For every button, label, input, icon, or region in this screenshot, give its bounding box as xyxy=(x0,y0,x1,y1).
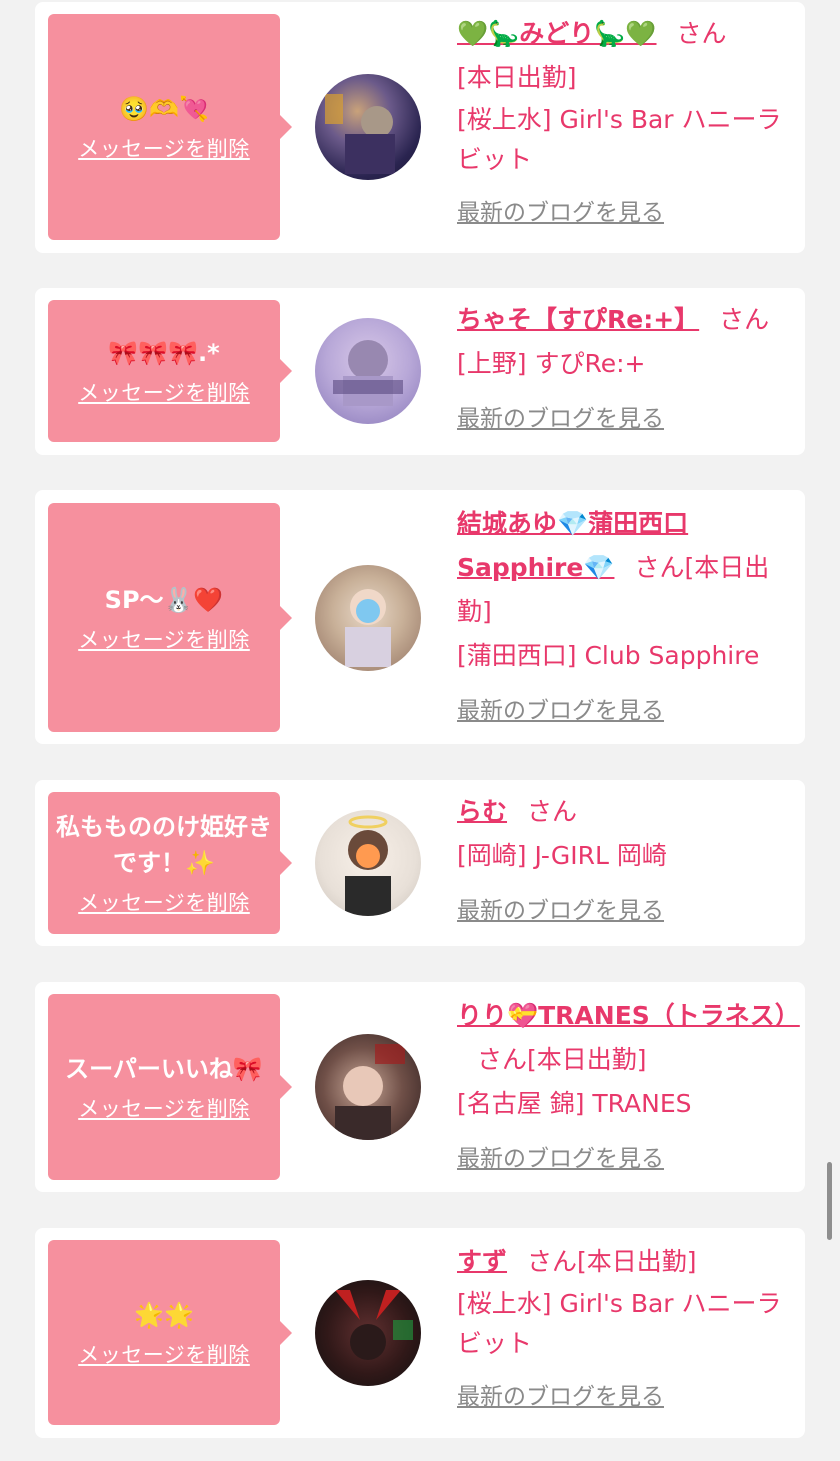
cast-info: 結城あゆ💎蒲田西口Sapphire💎 さん[本日出勤] [蒲田西口] Club S… xyxy=(457,502,795,733)
message-text: スーパーいいね🎀 xyxy=(65,1055,263,1083)
avatar-photo xyxy=(345,815,391,916)
cast-info: ちゃそ【すぴRe:+】 さん [上野] すぴRe:+ 最新のブログを見る xyxy=(457,298,795,441)
latest-blog-link[interactable]: 最新のブログを見る xyxy=(457,1137,664,1181)
shop-name: [上野] すぴRe:+ xyxy=(457,349,646,378)
cast-info: 💚🦕みどり🦕💚 さん [本日出勤] [桜上水] Girl's Bar ハニーラビッ… xyxy=(457,12,795,235)
avatar[interactable] xyxy=(315,74,421,180)
latest-blog-link[interactable]: 最新のブログを見る xyxy=(457,889,664,933)
shop-name: [蒲田西口] Club Sapphire xyxy=(457,641,760,670)
message-bubble: SP〜🐰❤️ メッセージを削除 xyxy=(48,503,292,732)
delete-message-link[interactable]: メッセージを削除 xyxy=(78,1339,250,1369)
message-card: 🥹🫶💘 メッセージを削除 💚🦕みどり🦕💚 さん [本日出勤] [桜上水] Girl… xyxy=(35,2,805,253)
honorific: さん xyxy=(527,797,578,826)
delete-message-link[interactable]: メッセージを削除 xyxy=(78,377,250,407)
message-text: 🌟🌟 xyxy=(134,1300,194,1329)
cast-name-link[interactable]: すず xyxy=(457,1247,507,1276)
shop-name: [岡崎] J-GIRL 岡崎 xyxy=(457,841,667,870)
cast-name-link[interactable]: ちゃそ【すぴRe:+】 xyxy=(457,305,699,334)
work-status: [本日出勤] xyxy=(457,63,577,92)
latest-blog-link[interactable]: 最新のブログを見る xyxy=(457,1375,664,1419)
cast-info: すず さん[本日出勤] [桜上水] Girl's Bar ハニーラビット 最新のブ… xyxy=(457,1240,795,1419)
message-bubble: 🥹🫶💘 メッセージを削除 xyxy=(48,14,292,240)
avatar[interactable] xyxy=(315,1280,421,1386)
shop-name: [桜上水] Girl's Bar ハニーラビット xyxy=(457,105,782,174)
avatar-photo xyxy=(335,1290,413,1360)
avatar-photo xyxy=(325,94,395,174)
latest-blog-link[interactable]: 最新のブログを見る xyxy=(457,191,664,235)
message-card: スーパーいいね🎀 メッセージを削除 りり💝TRANES（トラネス） さん[本日出勤… xyxy=(35,982,805,1192)
work-status: [本日出勤] xyxy=(577,1247,697,1276)
message-text: 私ももののけ姫好きです！✨ xyxy=(56,813,272,877)
message-card: SP〜🐰❤️ メッセージを削除 結城あゆ💎蒲田西口Sapphire💎 さん[本日出… xyxy=(35,490,805,744)
avatar[interactable] xyxy=(315,318,421,424)
work-status: [本日出勤] xyxy=(527,1045,647,1074)
message-card: 🎀🎀🎀.* メッセージを削除 ちゃそ【すぴRe:+】 さん [上野] すぴRe:+… xyxy=(35,288,805,455)
shop-name: [桜上水] Girl's Bar ハニーラビット xyxy=(457,1289,782,1358)
message-card: 私ももののけ姫好きです！✨ メッセージを削除 らむ さん [岡崎] J-GIRL … xyxy=(35,780,805,946)
avatar[interactable] xyxy=(315,1034,421,1140)
message-text: 🎀🎀🎀.* xyxy=(108,339,220,367)
avatar-photo xyxy=(333,340,403,406)
avatar[interactable] xyxy=(315,565,421,671)
scrollbar[interactable] xyxy=(827,1162,832,1240)
avatar[interactable] xyxy=(315,810,421,916)
message-bubble: 私ももののけ姫好きです！✨ メッセージを削除 xyxy=(48,792,292,934)
avatar-photo xyxy=(345,589,391,667)
avatar-photo xyxy=(335,1044,405,1140)
shop-name: [名古屋 錦] TRANES xyxy=(457,1089,692,1118)
latest-blog-link[interactable]: 最新のブログを見る xyxy=(457,689,664,733)
delete-message-link[interactable]: メッセージを削除 xyxy=(78,624,250,654)
message-bubble: 🎀🎀🎀.* メッセージを削除 xyxy=(48,300,292,442)
honorific: さん xyxy=(676,19,727,48)
cast-name-link[interactable]: 💚🦕みどり🦕💚 xyxy=(457,19,657,48)
honorific: さん xyxy=(477,1045,528,1074)
message-card: 🌟🌟 メッセージを削除 すず さん[本日出勤] [桜上水] Girl's Bar … xyxy=(35,1228,805,1438)
message-text: SP〜🐰❤️ xyxy=(104,585,224,614)
honorific: さん xyxy=(634,553,685,582)
delete-message-link[interactable]: メッセージを削除 xyxy=(78,133,250,163)
latest-blog-link[interactable]: 最新のブログを見る xyxy=(457,397,664,441)
honorific: さん xyxy=(527,1247,578,1276)
delete-message-link[interactable]: メッセージを削除 xyxy=(78,887,250,917)
honorific: さん xyxy=(719,305,770,334)
cast-info: りり💝TRANES（トラネス） さん[本日出勤] [名古屋 錦] TRANES 最… xyxy=(457,994,800,1181)
cast-name-link[interactable]: らむ xyxy=(457,797,507,826)
cast-info: らむ さん [岡崎] J-GIRL 岡崎 最新のブログを見る xyxy=(457,790,795,933)
cast-name-link[interactable]: りり💝TRANES（トラネス） xyxy=(457,1001,800,1030)
delete-message-link[interactable]: メッセージを削除 xyxy=(78,1093,250,1123)
message-bubble: スーパーいいね🎀 メッセージを削除 xyxy=(48,994,292,1180)
message-text: 🥹🫶💘 xyxy=(119,95,209,123)
message-bubble: 🌟🌟 メッセージを削除 xyxy=(48,1240,292,1425)
